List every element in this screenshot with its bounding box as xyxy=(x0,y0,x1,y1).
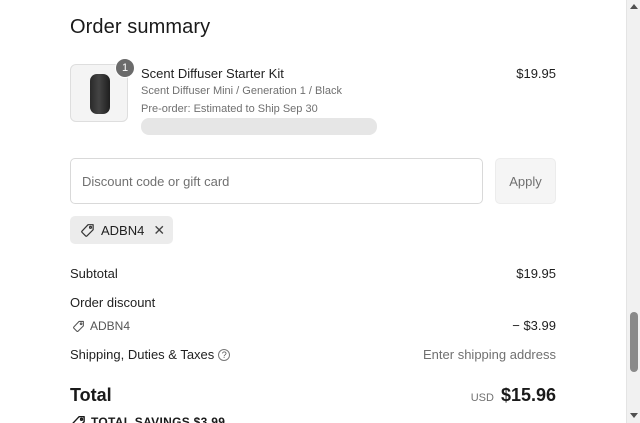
vertical-scrollbar[interactable] xyxy=(626,0,640,423)
shipping-label: Shipping, Duties & Taxes xyxy=(70,347,215,362)
tag-icon xyxy=(79,222,95,238)
discount-value: − $3.99 xyxy=(512,318,556,333)
discount-code-row: ADBN4 − $3.99 xyxy=(70,318,556,334)
checkout-order-summary: Order summary 1 Scent Diffuser Starter K… xyxy=(0,0,626,423)
discount-code-label: ADBN4 xyxy=(90,319,131,333)
applied-discount-chip: ADBN4 ✕ xyxy=(70,216,174,244)
tag-icon xyxy=(70,318,86,334)
subtotal-label: Subtotal xyxy=(70,266,118,281)
scrollbar-thumb[interactable] xyxy=(630,312,638,372)
subtotal-row: Subtotal $19.95 xyxy=(70,266,556,281)
scroll-up-icon[interactable] xyxy=(630,4,638,9)
applied-discount-code: ADBN4 xyxy=(101,222,145,238)
total-label: Total xyxy=(70,385,112,405)
remove-discount-icon[interactable]: ✕ xyxy=(153,223,165,237)
total-savings-label: TOTAL SAVINGS $3.99 xyxy=(91,415,226,423)
apply-discount-button[interactable]: Apply xyxy=(495,158,556,204)
quantity-badge: 1 xyxy=(115,58,135,78)
order-discount-row: Order discount xyxy=(70,295,556,310)
loading-placeholder-bar xyxy=(141,118,377,135)
product-price: $19.95 xyxy=(516,66,556,81)
help-icon[interactable]: ? xyxy=(218,349,231,361)
shipping-row: Shipping, Duties & Taxes? Enter shipping… xyxy=(70,347,556,362)
shipping-value: Enter shipping address xyxy=(423,347,556,362)
tag-icon xyxy=(70,414,86,423)
total-savings: TOTAL SAVINGS $3.99 xyxy=(70,414,225,423)
scroll-down-icon[interactable] xyxy=(630,413,638,418)
discount-code-input[interactable] xyxy=(70,158,483,204)
diffuser-image xyxy=(90,74,110,114)
currency-code: USD xyxy=(470,392,494,404)
total-amount: $15.96 xyxy=(500,385,556,405)
preorder-notice: Pre-order: Estimated to Ship Sep 30 xyxy=(141,103,318,115)
line-item: 1 Scent Diffuser Starter Kit Scent Diffu… xyxy=(70,58,556,138)
order-discount-label: Order discount xyxy=(70,295,156,310)
total-amount-group: USD $15.96 xyxy=(471,385,556,406)
order-summary-title: Order summary xyxy=(70,16,211,38)
product-variant: Scent Diffuser Mini / Generation 1 / Bla… xyxy=(141,85,342,97)
subtotal-value: $19.95 xyxy=(516,266,556,281)
product-name: Scent Diffuser Starter Kit xyxy=(141,66,284,81)
